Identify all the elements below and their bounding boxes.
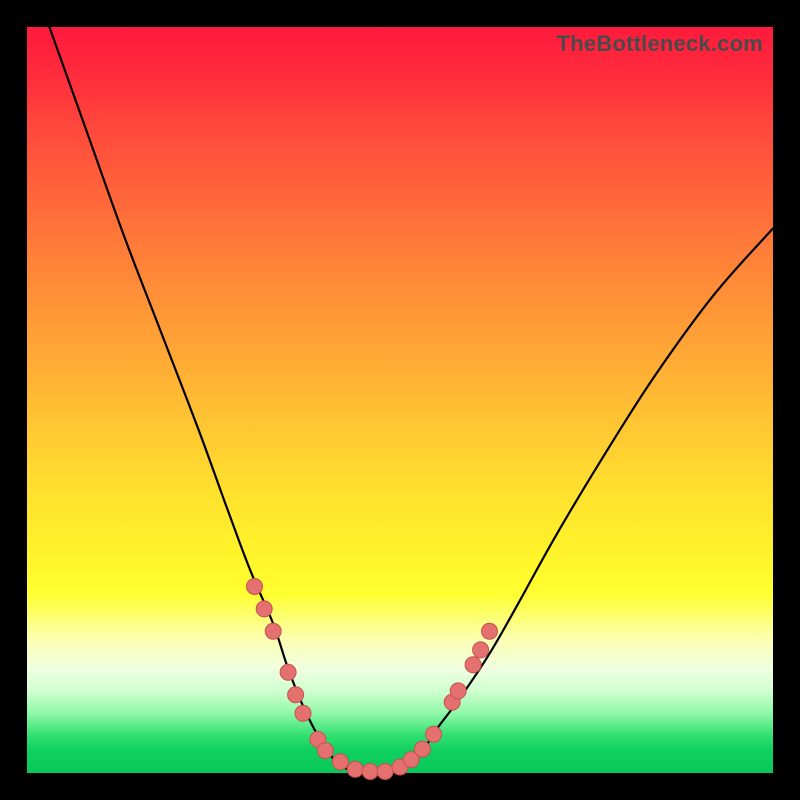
curve-marker: [256, 601, 272, 617]
curve-svg: [27, 27, 773, 773]
curve-marker: [332, 754, 348, 770]
plot-area: TheBottleneck.com: [27, 27, 773, 773]
marker-group: [247, 579, 498, 780]
curve-marker: [473, 642, 489, 658]
curve-marker: [482, 623, 498, 639]
curve-marker: [317, 743, 333, 759]
curve-marker: [247, 579, 263, 595]
bottleneck-curve: [49, 27, 773, 774]
curve-marker: [288, 687, 304, 703]
curve-marker: [280, 664, 296, 680]
curve-marker: [347, 761, 363, 777]
curve-marker: [414, 741, 430, 757]
curve-marker: [295, 705, 311, 721]
curve-marker: [426, 726, 442, 742]
chart-frame: TheBottleneck.com: [0, 0, 800, 800]
curve-marker: [465, 657, 481, 673]
curve-marker: [377, 764, 393, 780]
curve-marker: [362, 764, 378, 780]
curve-marker: [450, 683, 466, 699]
curve-marker: [265, 623, 281, 639]
